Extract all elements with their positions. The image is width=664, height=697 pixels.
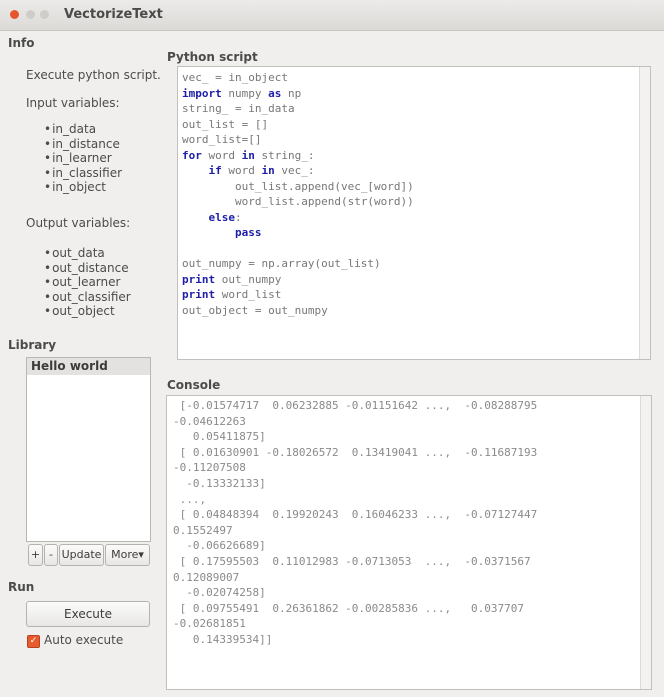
code-line: out_numpy = np.array(out_list) <box>182 257 381 270</box>
output-var-out-object: out_object <box>44 304 131 319</box>
code-line: else: <box>208 210 242 224</box>
update-label: Update <box>61 548 102 561</box>
script-title: Python script <box>167 50 258 64</box>
console-output[interactable]: [-0.01574717 0.06232885 -0.01151642 ...,… <box>166 395 652 690</box>
chevron-down-icon: ▾ <box>138 548 144 561</box>
input-variables-label: Input variables: <box>26 96 120 110</box>
console-line: [ 0.04848394 0.19920243 0.16046233 ..., … <box>173 508 538 522</box>
minimize-icon[interactable] <box>26 10 35 19</box>
output-variables-list: out_dataout_distanceout_learnerout_class… <box>44 246 131 319</box>
input-var-in-classifier: in_classifier <box>44 166 122 181</box>
code-line: for word in string_: <box>182 148 315 162</box>
code-line: vec_ = in_object <box>182 71 288 84</box>
library-title: Library <box>8 338 57 352</box>
code-line: out_object = out_numpy <box>182 303 328 317</box>
add-script-button[interactable]: + <box>28 544 43 566</box>
console-line: [ 0.09755491 0.26361862 -0.00285836 ...,… <box>173 601 524 615</box>
info-description: Execute python script. <box>26 68 161 82</box>
run-title: Run <box>8 580 35 594</box>
output-var-out-learner: out_learner <box>44 275 131 290</box>
code-line: string_ = in_data <box>182 102 295 115</box>
console-line: -0.02074258] <box>173 586 266 600</box>
code-line: out_list = [] <box>182 117 269 131</box>
input-var-in-distance: in_distance <box>44 137 122 152</box>
remove-script-button[interactable]: - <box>44 544 58 566</box>
input-var-in-object: in_object <box>44 180 122 195</box>
more-label: More <box>111 548 139 561</box>
input-variables-list: in_datain_distancein_learnerin_classifie… <box>44 122 122 195</box>
console-line: 0.1552497 <box>173 523 233 537</box>
script-scrollbar[interactable] <box>639 67 650 359</box>
console-line: 0.05411875] <box>173 430 266 444</box>
console-line: -0.04612263 <box>173 414 246 428</box>
library-item[interactable]: Hello world <box>27 358 150 375</box>
console-title: Console <box>167 378 221 392</box>
code-line: out_list.append(vec_[word]) <box>234 179 414 193</box>
script-editor[interactable]: vec_ = in_objectimport numpy as np string… <box>177 66 651 360</box>
console-line: [ 0.17595503 0.11012983 -0.0713053 ..., … <box>173 554 531 568</box>
console-line: [-0.01574717 0.06232885 -0.01151642 ...,… <box>173 399 538 412</box>
code-line: word_list=[] <box>182 133 262 146</box>
output-variables-label: Output variables: <box>26 216 131 230</box>
code-line: print word_list <box>182 288 282 301</box>
console-line: -0.02681851 <box>173 617 246 631</box>
console-line: -0.11207508 <box>173 461 246 475</box>
console-line: [ 0.01630901 -0.18026572 0.13419041 ...,… <box>173 445 538 459</box>
auto-execute-checkbox[interactable]: ✓ <box>27 635 40 648</box>
output-var-out-classifier: out_classifier <box>44 290 131 305</box>
input-var-in-data: in_data <box>44 122 122 137</box>
code-line: print out_numpy <box>182 272 282 286</box>
more-menu-button[interactable]: More▾ <box>105 544 150 566</box>
maximize-icon[interactable] <box>40 10 49 19</box>
console-text: [-0.01574717 0.06232885 -0.01151642 ...,… <box>173 398 537 648</box>
console-scrollbar[interactable] <box>640 396 651 689</box>
output-var-out-distance: out_distance <box>44 261 131 276</box>
console-line: ..., <box>173 492 207 506</box>
checkmark-icon: ✓ <box>29 636 38 646</box>
update-button[interactable]: Update <box>59 544 104 566</box>
title-bar: VectorizeText <box>0 0 664 31</box>
input-var-in-learner: in_learner <box>44 151 122 166</box>
auto-execute-label: Auto execute <box>44 633 124 647</box>
console-line: 0.14339534]] <box>173 632 273 646</box>
console-line: -0.06626689] <box>173 539 266 553</box>
execute-button[interactable]: Execute <box>26 601 150 627</box>
output-var-out-data: out_data <box>44 246 131 261</box>
window-title: VectorizeText <box>64 7 163 22</box>
code-line: import numpy as np <box>182 86 302 100</box>
console-line: 0.12089007 <box>173 570 240 584</box>
script-code[interactable]: vec_ = in_objectimport numpy as np string… <box>182 70 414 318</box>
info-title: Info <box>8 36 35 50</box>
code-line: if word in vec_: <box>208 164 315 177</box>
library-list[interactable]: Hello world <box>26 357 151 542</box>
console-line: -0.13332133] <box>173 476 266 490</box>
code-line: word_list.append(str(word)) <box>234 195 414 208</box>
code-line: pass <box>234 226 262 239</box>
close-icon[interactable] <box>10 10 19 19</box>
